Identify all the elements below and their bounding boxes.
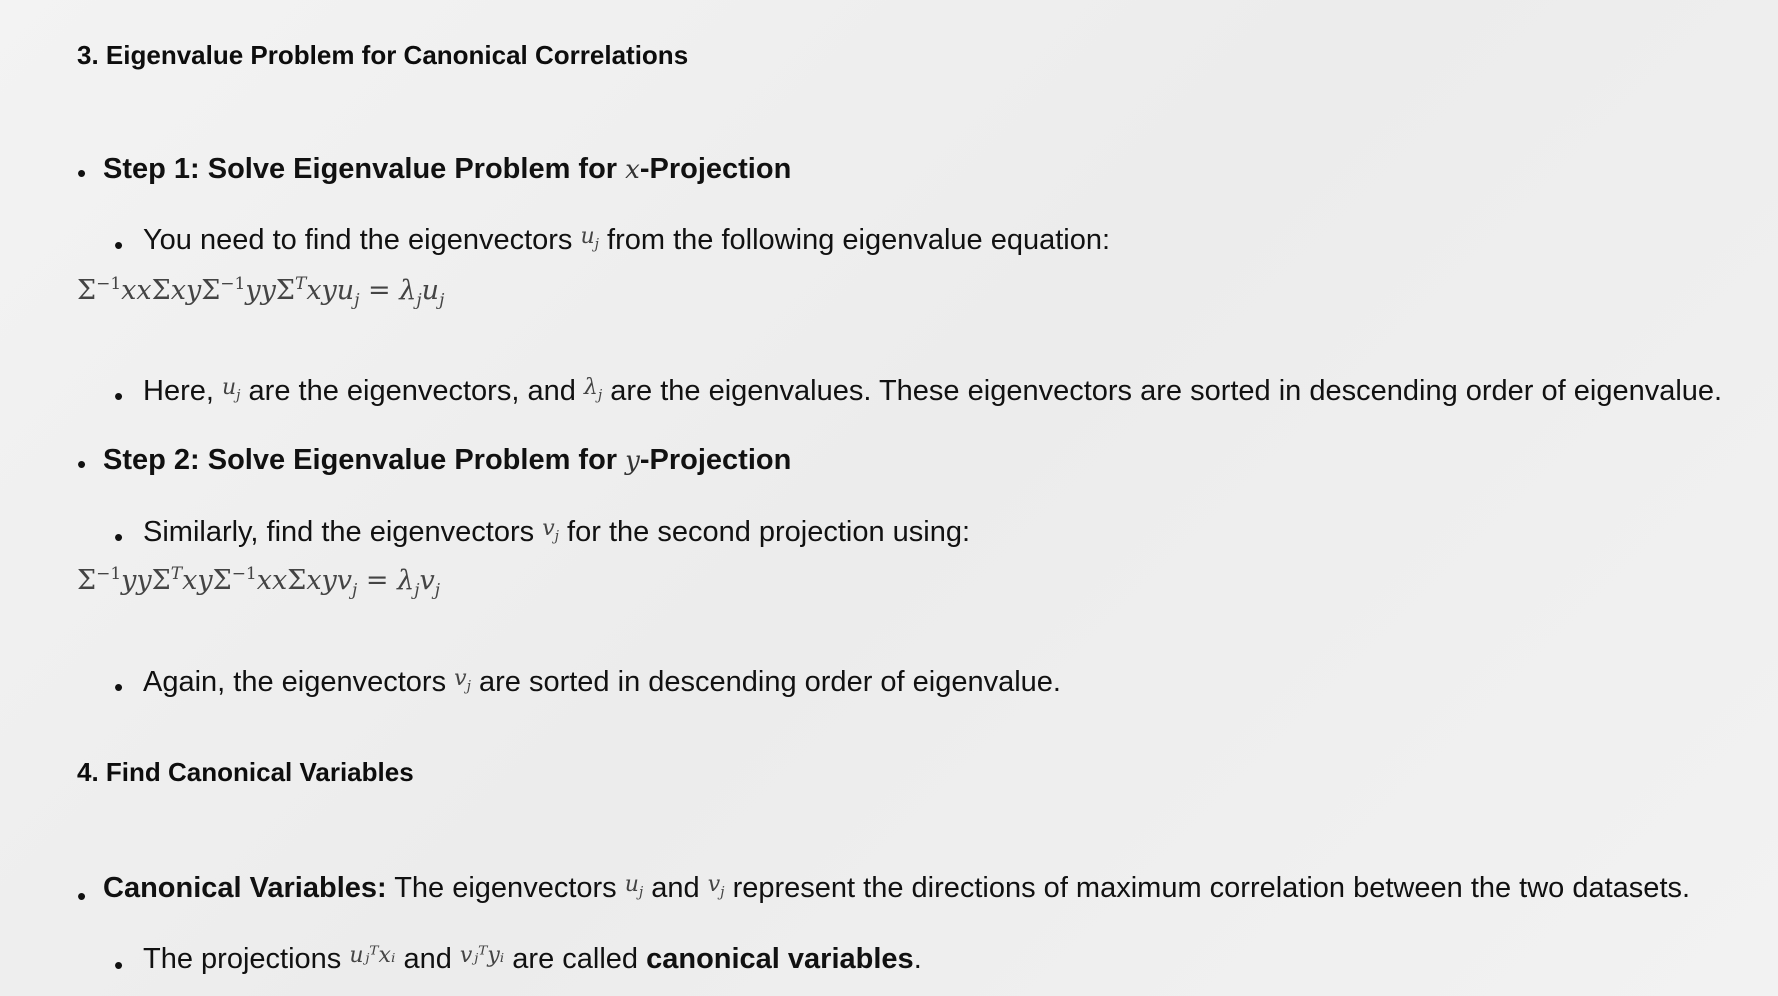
var: u <box>580 224 595 249</box>
text: The eigenvectors <box>386 872 625 904</box>
canonical-projections-line: The projections uⱼᵀxᵢ and vⱼᵀyᵢ are call… <box>143 943 922 976</box>
var: v <box>454 666 467 691</box>
bullet: • <box>77 449 87 479</box>
bullet: • <box>114 381 124 411</box>
var-v-j: vj <box>542 516 559 545</box>
step-2-line-2: Again, the eigenvectors vj are sorted in… <box>143 666 1061 700</box>
var: u <box>221 375 237 400</box>
step-1-title: Step 1: Solve Eigenvalue Problem for x-P… <box>103 153 791 186</box>
text: and <box>643 872 708 904</box>
text: for the second projection using: <box>558 516 971 548</box>
label: Canonical Variables: <box>103 872 387 904</box>
text: Again, the eigenvectors <box>143 666 455 698</box>
bullet: • <box>114 230 124 260</box>
var: u <box>624 872 639 897</box>
text: You need to find the eigenvectors <box>143 224 581 256</box>
equation-y-projection: Σ−1yyΣTxyΣ−1xxΣxyvj = λjvj <box>77 564 441 601</box>
step-2-var-y: y <box>625 446 640 476</box>
var-u-j: uj <box>580 224 599 253</box>
var: v <box>542 516 555 541</box>
section-4-heading: 4. Find Canonical Variables <box>77 757 414 787</box>
canonical-variables-item: Canonical Variables: The eigenvectors uj… <box>103 872 1690 906</box>
step-1-title-prefix: Step 1: Solve Eigenvalue Problem for <box>103 153 626 185</box>
step-2-title: Step 2: Solve Eigenvalue Problem for y-P… <box>103 444 791 477</box>
expr-vT-y: vⱼᵀyᵢ <box>459 943 505 968</box>
text: Similarly, find the eigenvectors <box>143 516 543 548</box>
text: and <box>395 943 460 975</box>
text: Here, <box>143 375 222 407</box>
var-lambda-j: λj <box>583 375 603 404</box>
bullet: • <box>77 881 87 911</box>
bullet: • <box>114 672 124 702</box>
var: v <box>707 872 721 897</box>
step-1-line-2: Here, uj are the eigenvectors, and λj ar… <box>143 375 1722 409</box>
step-1-line-1: You need to find the eigenvectors uj fro… <box>143 224 1110 258</box>
bullet: • <box>77 158 87 188</box>
var-u-j: uj <box>221 375 241 404</box>
bold-term: canonical variables <box>646 943 914 975</box>
text: represent the directions of maximum corr… <box>724 872 1691 904</box>
var-v-j: vj <box>707 872 725 901</box>
step-1-var-x: x <box>625 155 640 185</box>
text: are sorted in descending order of eigenv… <box>470 666 1061 698</box>
bullet: • <box>114 950 124 980</box>
var-u-j: uj <box>624 872 644 901</box>
text: The projections <box>143 943 350 975</box>
step-2-title-suffix: -Projection <box>639 444 792 476</box>
var: λ <box>583 375 598 400</box>
text: are the eigenvalues. These eigenvectors … <box>602 375 1723 407</box>
text: . <box>913 943 922 975</box>
bullet: • <box>114 522 124 552</box>
section-3-heading: 3. Eigenvalue Problem for Canonical Corr… <box>77 40 689 70</box>
text: are called <box>504 943 647 975</box>
var-v-j: vj <box>454 666 471 695</box>
text: from the following eigenvalue equation: <box>599 224 1111 256</box>
step-2-title-prefix: Step 2: Solve Eigenvalue Problem for <box>103 444 626 476</box>
step-2-line-1: Similarly, find the eigenvectors vj for … <box>143 516 970 550</box>
text: are the eigenvectors, and <box>240 375 584 407</box>
expr-uT-x: uⱼᵀxᵢ <box>349 943 396 968</box>
step-1-title-suffix: -Projection <box>639 153 792 185</box>
equation-x-projection: Σ−1xxΣxyΣ−1yyΣTxyuj = λjuj <box>77 274 445 311</box>
